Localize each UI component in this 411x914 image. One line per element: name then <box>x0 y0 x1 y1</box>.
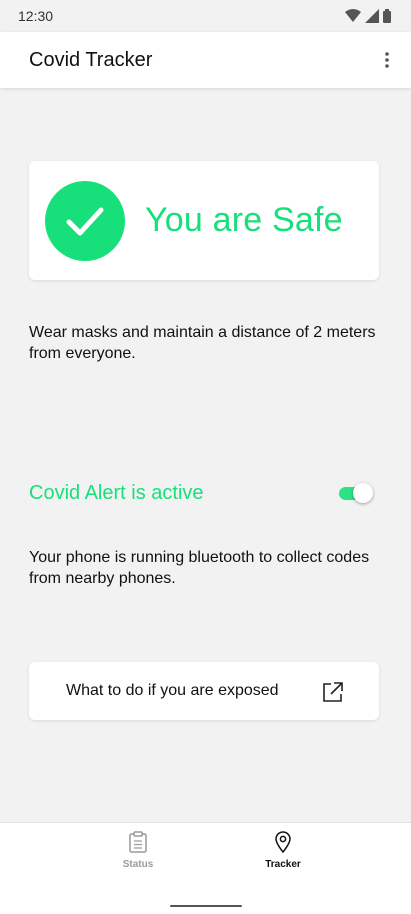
nav-item-status[interactable]: Status <box>78 831 198 870</box>
location-pin-icon <box>275 831 291 853</box>
status-bar: 12:30 <box>0 0 411 32</box>
nav-item-tracker[interactable]: Tracker <box>223 831 343 870</box>
alert-label: Covid Alert is active <box>29 481 204 504</box>
status-icons <box>345 9 391 23</box>
nav-label-tracker: Tracker <box>265 859 301 870</box>
home-indicator[interactable] <box>170 905 242 907</box>
toggle-thumb <box>353 483 373 503</box>
open-in-new-icon <box>323 682 343 702</box>
app-title: Covid Tracker <box>29 48 153 71</box>
status-time: 12:30 <box>18 8 54 24</box>
app-bar: Covid Tracker <box>0 32 411 88</box>
battery-icon <box>383 9 391 23</box>
nav-label-status: Status <box>122 859 154 870</box>
exposed-info-card[interactable]: What to do if you are exposed <box>29 662 379 720</box>
advice-text: Wear masks and maintain a distance of 2 … <box>29 324 376 362</box>
safe-status-card: You are Safe <box>29 161 379 280</box>
overflow-menu-button[interactable] <box>377 46 397 74</box>
alert-toggle[interactable] <box>337 481 373 505</box>
signal-icon <box>365 9 379 23</box>
bottom-navigation: Status Tracker <box>0 822 411 914</box>
more-vert-icon <box>385 52 389 68</box>
clipboard-icon <box>129 831 147 853</box>
bluetooth-note-text: Your phone is running bluetooth to colle… <box>29 549 370 587</box>
alert-row: Covid Alert is active <box>29 478 379 508</box>
exposed-info-label: What to do if you are exposed <box>66 682 279 699</box>
wifi-icon <box>345 9 361 22</box>
safe-status-text: You are Safe <box>145 201 343 239</box>
check-circle-icon <box>45 180 125 261</box>
